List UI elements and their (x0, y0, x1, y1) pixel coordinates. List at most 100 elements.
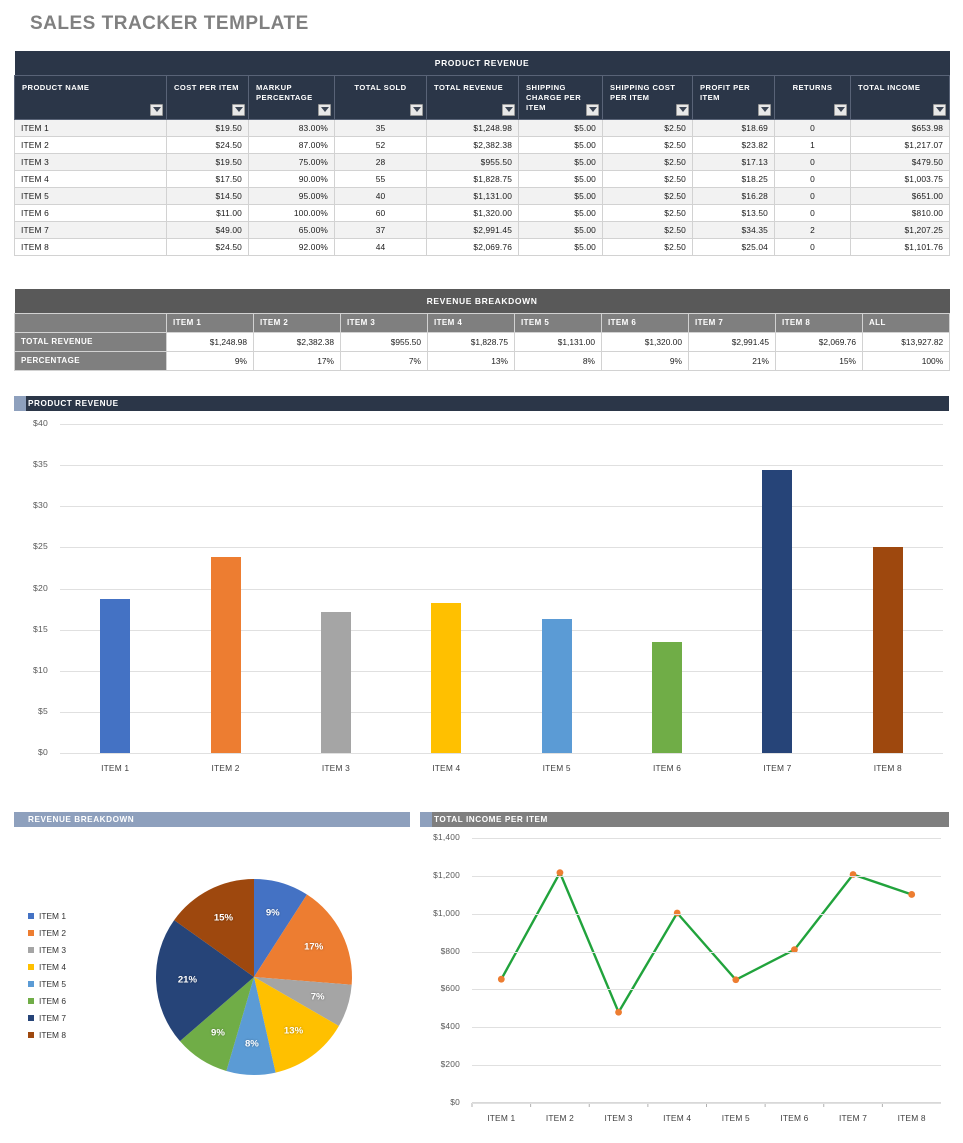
filter-dropdown-icon[interactable] (834, 103, 847, 116)
filter-dropdown-icon[interactable] (502, 103, 515, 116)
bar-chart-y-tick-label: $20 (33, 582, 48, 593)
bar-chart-x-tick-label: ITEM 6 (652, 763, 682, 773)
legend-swatch-icon (28, 997, 34, 1004)
bar-item-2 (210, 557, 241, 753)
filter-dropdown-icon[interactable] (232, 103, 245, 116)
row-header-total-revenue: TOTAL REVENUE (14, 331, 167, 352)
cell-name: ITEM 1 (14, 118, 167, 137)
cell-ship_charge: $5.00 (518, 118, 603, 137)
cell-sold: 52 (334, 135, 427, 154)
cell-ship_charge: $5.00 (518, 220, 603, 239)
column-header-returns: RETURNS (774, 74, 851, 120)
filter-dropdown-icon[interactable] (150, 103, 163, 116)
filter-dropdown-icon[interactable] (758, 103, 771, 116)
legend-item-item-7: ITEM 7 (28, 1009, 66, 1026)
revenue-breakdown-table: REVENUE BREAKDOWN ITEM 1 ITEM 2 ITEM 3 ITEM… (14, 289, 951, 371)
bar-chart-gridline (60, 424, 943, 425)
line-chart-x-tick-label: ITEM 3 (604, 1113, 633, 1123)
legend-item-item-2: ITEM 2 (28, 924, 66, 941)
column-header-shipping-cost-per-item: SHIPPING COST PER ITEM (602, 74, 693, 120)
bar-item-4 (431, 602, 462, 753)
line-chart-data-point-item-7 (849, 871, 857, 878)
filter-dropdown-icon[interactable] (676, 103, 689, 116)
cell-name: ITEM 2 (14, 135, 167, 154)
line-chart-gridline (472, 1027, 941, 1029)
filter-dropdown-icon[interactable] (410, 103, 423, 116)
line-chart-data-point-item-5 (732, 976, 740, 984)
cell-ship_cost: $2.50 (602, 118, 693, 137)
column-header-item-6: ITEM 6 (601, 312, 689, 333)
cell-total_revenue: $1,248.98 (166, 331, 254, 352)
column-header-label: SHIPPING CHARGE PER ITEM (526, 82, 582, 112)
cell-name: ITEM 8 (14, 237, 167, 256)
cell-profit: $16.28 (692, 186, 775, 205)
cell-income: $1,217.07 (849, 135, 951, 154)
cell-profit: $18.25 (692, 169, 775, 188)
cell-profit: $13.50 (692, 203, 775, 222)
pie-data-label: 9% (211, 1027, 225, 1039)
filter-dropdown-icon[interactable] (933, 103, 947, 116)
filter-dropdown-icon[interactable] (318, 103, 331, 116)
cell-ship_cost: $2.50 (602, 135, 693, 154)
line-chart-x-tick-label: ITEM 5 (721, 1113, 750, 1123)
line-chart-gridline (472, 838, 941, 839)
column-header-total-income: TOTAL INCOME (849, 74, 951, 120)
cell-name: ITEM 6 (14, 203, 167, 222)
legend-swatch-icon (28, 912, 34, 919)
line-chart-series-line (500, 869, 913, 1015)
legend-item-label: ITEM 4 (39, 961, 66, 972)
legend-item-label: ITEM 6 (39, 995, 66, 1006)
legend-item-item-8: ITEM 8 (28, 1026, 66, 1043)
bar-chart-x-tick-label: ITEM 4 (432, 763, 461, 773)
line-chart-data-point-item-1 (497, 975, 505, 983)
pie-data-label: 13% (283, 1025, 304, 1037)
cell-cost: $49.00 (166, 220, 249, 239)
legend-swatch-icon (28, 963, 34, 970)
filter-dropdown-icon[interactable] (586, 103, 599, 116)
cell-percentage: 21% (688, 350, 776, 371)
column-header-label: PROFIT PER ITEM (700, 82, 751, 102)
pie-data-label: 8% (244, 1038, 259, 1050)
table-row: ITEM 8 $24.50 92.00% 44 $2,069.76 $5.00 $2.50 $… (14, 237, 951, 256)
cell-markup: 90.00% (248, 169, 335, 188)
legend-item-label: ITEM 8 (39, 1029, 66, 1040)
product-revenue-body: ITEM 1 $19.50 83.00% 35 $1,248.98 $5.00 $2.50 $… (14, 118, 951, 256)
cell-income: $810.00 (849, 203, 951, 222)
cell-income: $1,003.75 (849, 169, 951, 188)
cell-sold: 28 (334, 152, 427, 171)
bar-chart-y-tick-label: $15 (33, 623, 48, 634)
cell-profit: $25.04 (692, 237, 775, 256)
line-chart-header-tab (420, 812, 432, 827)
line-chart-y-tick-label: $400 (440, 1021, 460, 1032)
bar-chart-x-tick-label: ITEM 2 (211, 763, 240, 773)
cell-ship_charge: $5.00 (518, 186, 603, 205)
cell-percentage: 100% (861, 350, 951, 371)
cell-ship_cost: $2.50 (602, 203, 693, 222)
cell-ship_cost: $2.50 (602, 152, 693, 171)
cell-returns: 1 (774, 135, 851, 154)
table-row: ITEM 6 $11.00 100.00% 60 $1,320.00 $5.00 $2.50… (14, 203, 951, 222)
cell-income: $1,101.76 (849, 237, 951, 256)
cell-markup: 65.00% (248, 220, 335, 239)
cell-sold: 37 (334, 220, 427, 239)
column-header-cost-per-item: COST PER ITEM (166, 74, 249, 120)
cell-returns: 0 (774, 118, 851, 137)
cell-revenue: $2,991.45 (426, 220, 519, 239)
cell-ship_cost: $2.50 (602, 186, 693, 205)
line-chart-y-tick-label: $0 (450, 1097, 460, 1107)
cell-revenue: $1,828.75 (426, 169, 519, 188)
cell-ship_cost: $2.50 (602, 237, 693, 256)
bar-chart-title: PRODUCT REVENUE (28, 399, 119, 408)
table-row: TOTAL REVENUE $1,248.98 $2,382.38 $955.50 $1… (14, 331, 951, 352)
product-revenue-header-row: PRODUCT NAME COST PER ITEM MARKUP PERCENTA… (14, 74, 951, 120)
cell-ship_charge: $5.00 (518, 169, 603, 188)
row-header-percentage: PERCENTAGE (14, 350, 167, 371)
sales-tracker-page: SALES TRACKER TEMPLATE PRODUCT REVENUE P… (0, 0, 963, 1143)
line-chart-x-tick-label: ITEM 1 (487, 1113, 516, 1123)
cell-ship_cost: $2.50 (602, 169, 693, 188)
cell-ship_charge: $5.00 (518, 152, 603, 171)
legend-item-label: ITEM 5 (39, 978, 66, 989)
bar-chart-gridline (60, 465, 943, 467)
line-chart-gridline (472, 989, 941, 991)
cell-total_revenue: $2,382.38 (253, 331, 341, 352)
